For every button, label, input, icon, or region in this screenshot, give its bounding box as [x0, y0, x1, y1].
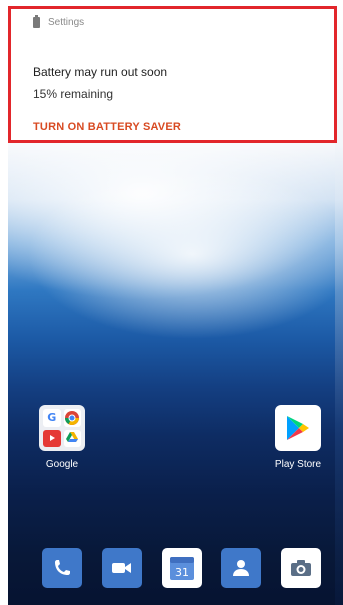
home-screen: Settings Battery may run out soon 15% re…: [0, 0, 343, 605]
camera-icon[interactable]: [281, 548, 321, 588]
youtube-icon: [43, 429, 61, 447]
notification-text: 15% remaining: [33, 87, 114, 101]
play-store-app[interactable]: Play Store: [258, 405, 338, 470]
calendar-icon[interactable]: 31: [162, 548, 202, 588]
app-label-google: Google: [45, 459, 79, 470]
turn-on-battery-saver-button[interactable]: TURN ON BATTERY SAVER: [33, 121, 181, 133]
google-folder[interactable]: G Google: [22, 405, 102, 470]
app-label-play-store: Play Store: [274, 459, 322, 470]
battery-icon: [33, 15, 40, 28]
contacts-icon[interactable]: [221, 548, 261, 588]
calendar-date: 31: [175, 566, 189, 579]
video-camera-icon[interactable]: [102, 548, 142, 588]
chrome-icon: [63, 409, 81, 427]
google-icon: G: [43, 409, 61, 427]
google-folder-icon: G: [39, 405, 85, 451]
notification-title: Battery may run out soon: [33, 65, 168, 79]
drive-icon: [63, 429, 81, 447]
play-store-icon: [275, 405, 321, 451]
phone-icon[interactable]: [42, 548, 82, 588]
notification-app-name: Settings: [48, 17, 85, 28]
notification-header: Settings: [33, 15, 85, 28]
battery-notification[interactable]: Settings Battery may run out soon 15% re…: [8, 6, 337, 143]
